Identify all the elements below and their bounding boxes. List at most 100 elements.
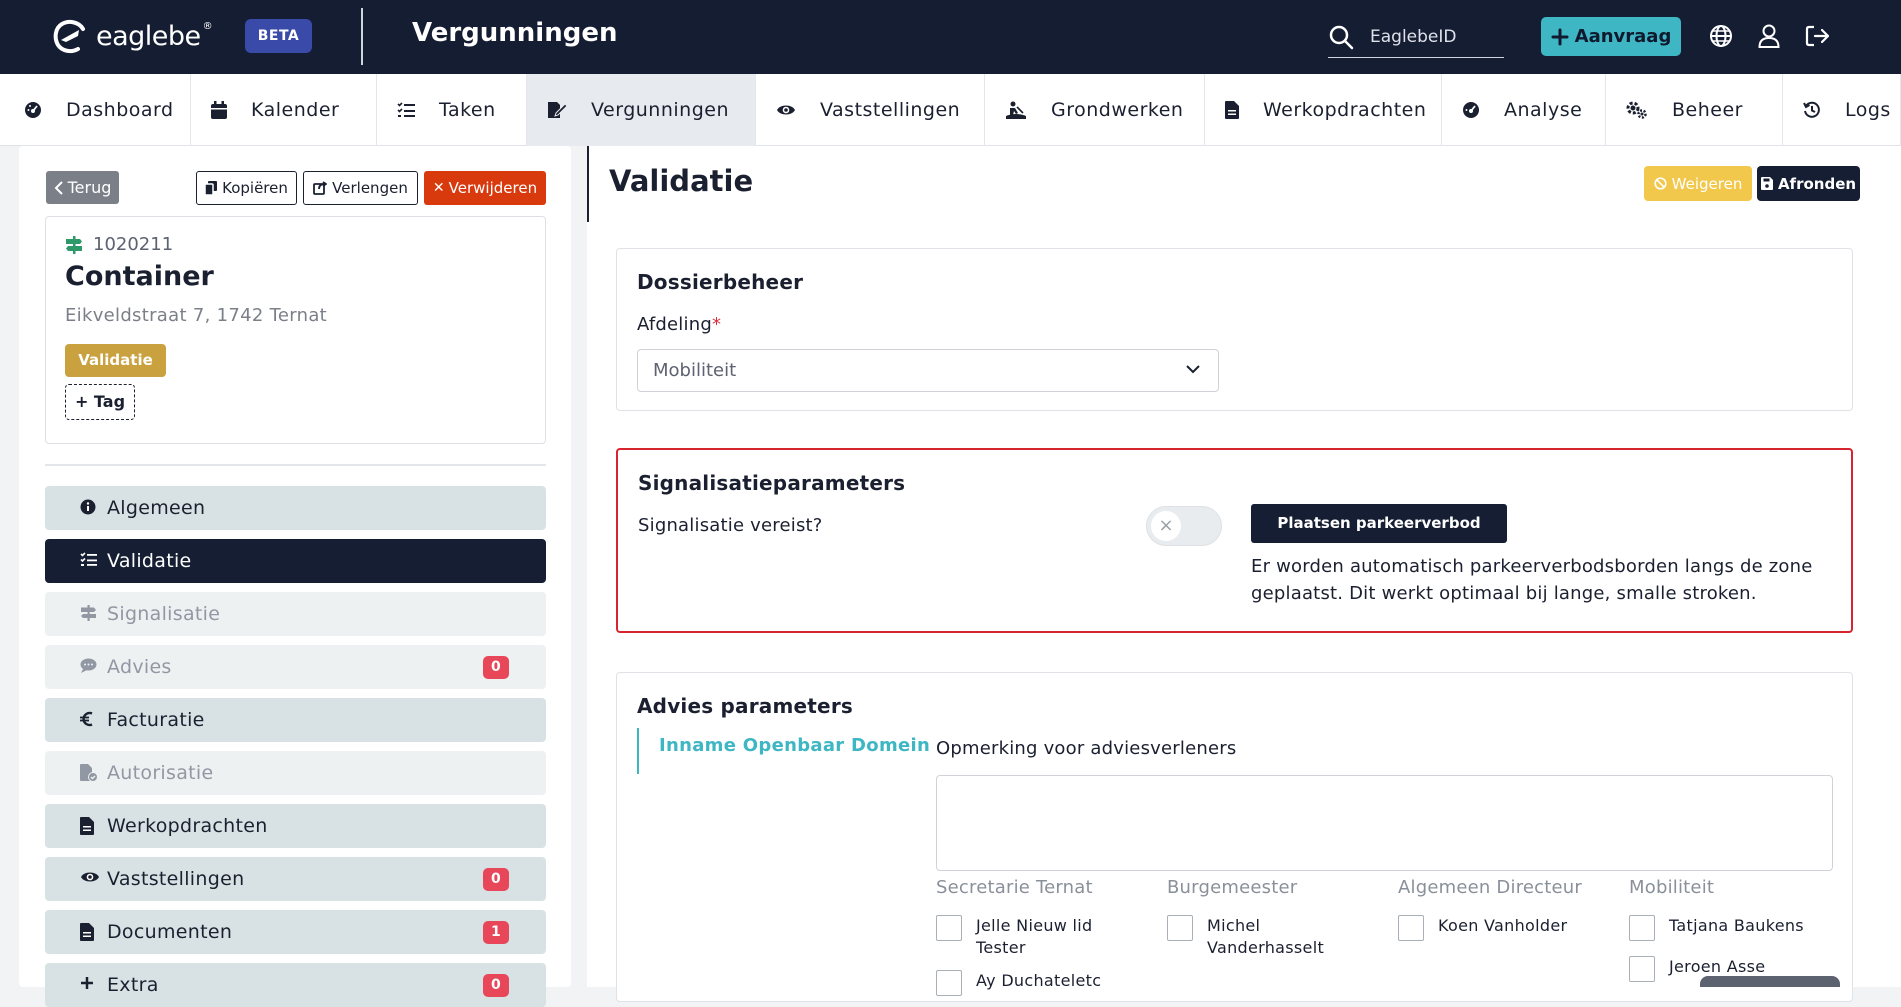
sidebar-item-label: Vaststellingen <box>107 868 245 890</box>
nav-item-kalender[interactable]: Kalender <box>191 74 377 146</box>
nav-item-logs[interactable]: Logs <box>1783 74 1901 146</box>
sidebar-item-vaststellingen[interactable]: Vaststellingen 0 <box>45 857 546 901</box>
advies-title: Advies parameters <box>637 694 853 718</box>
remark-textarea[interactable] <box>936 775 1833 871</box>
nav-item-label: Vergunningen <box>591 99 729 121</box>
copy-label: Kopiëren <box>222 179 288 197</box>
history-icon <box>1803 101 1821 119</box>
nav-item-dashboard[interactable]: Dashboard <box>0 74 191 146</box>
parking-ban-description: Er worden automatisch parkeerverbodsbord… <box>1251 556 1813 604</box>
search-icon <box>1328 24 1354 50</box>
sidebar-item-werkopdrachten[interactable]: Werkopdrachten <box>45 804 546 848</box>
parking-ban-button[interactable]: Plaatsen parkeerverbod <box>1251 504 1507 543</box>
delete-button[interactable]: ✕ Verwijderen <box>424 171 546 205</box>
nav-item-vaststellingen[interactable]: Vaststellingen <box>756 74 985 146</box>
beta-badge: BETA <box>245 19 312 53</box>
nav-item-label: Analyse <box>1504 99 1583 121</box>
count-badge: 0 <box>483 868 509 891</box>
sidebar-item-label: Extra <box>107 974 159 996</box>
sidebar-item-autorisatie[interactable]: Autorisatie <box>45 751 546 795</box>
advisor-option[interactable]: Michel Vanderhasselt <box>1167 915 1377 959</box>
header-divider <box>361 8 363 65</box>
comment-icon <box>80 658 97 673</box>
page-title: Validatie <box>609 164 754 198</box>
nav-item-label: Taken <box>439 99 496 121</box>
tab-inname-openbaar-domein[interactable]: Inname Openbaar Domein <box>637 728 930 774</box>
share-icon <box>313 181 328 195</box>
search-input[interactable] <box>1370 22 1500 52</box>
finish-button[interactable]: Afronden <box>1757 166 1860 201</box>
eye-icon <box>80 870 100 884</box>
sidebar-item-validatie[interactable]: Validatie <box>45 539 546 583</box>
nav-item-werkopdrachten[interactable]: Werkopdrachten <box>1205 74 1442 146</box>
info-icon <box>80 499 96 515</box>
sidebar-item-documenten[interactable]: Documenten 1 <box>45 910 546 954</box>
extend-label: Verlengen <box>332 179 408 197</box>
file-icon <box>80 923 94 941</box>
count-badge: 1 <box>483 921 509 944</box>
sidebar-item-label: Algemeen <box>107 497 206 519</box>
advisor-checkbox[interactable] <box>1629 915 1655 941</box>
sidebar-item-label: Advies <box>107 656 172 678</box>
advisor-name: Koen Vanholder <box>1438 916 1568 935</box>
nav-item-beheer[interactable]: Beheer <box>1606 74 1783 146</box>
add-tag-button[interactable]: + Tag <box>65 384 135 420</box>
user-icon[interactable] <box>1758 24 1780 48</box>
globe-icon[interactable] <box>1709 24 1733 48</box>
extend-button[interactable]: Verlengen <box>303 171 418 205</box>
main-navigation: Dashboard Kalender Taken Vergunningen Vastst… <box>0 74 1901 146</box>
advisor-group-heading: Algemeen Directeur <box>1398 877 1583 898</box>
dossier-address: Eikveldstraat 7, 1742 Ternat <box>65 305 328 326</box>
excavation-icon <box>1005 101 1027 119</box>
nav-item-taken[interactable]: Taken <box>377 74 527 146</box>
plus-icon <box>1551 28 1569 45</box>
dossierbeheer-section: Dossierbeheer Afdeling* Mobiliteit <box>616 248 1853 411</box>
nav-item-label: Werkopdrachten <box>1263 99 1427 121</box>
sidebar-item-facturatie[interactable]: Facturatie <box>45 698 546 742</box>
advisor-checkbox[interactable] <box>1398 915 1424 941</box>
advisor-checkbox[interactable] <box>936 970 962 996</box>
nav-item-label: Kalender <box>251 99 340 121</box>
advisor-checkbox[interactable] <box>936 915 962 941</box>
copy-button[interactable]: Kopiëren <box>196 171 297 205</box>
reject-button[interactable]: Weigeren <box>1644 166 1752 201</box>
advisor-option[interactable]: Tatjana Baukens <box>1629 915 1839 941</box>
sidebar-item-algemeen[interactable]: Algemeen <box>45 486 546 530</box>
sidebar-item-signalisatie[interactable]: Signalisatie <box>45 592 546 636</box>
analysis-icon <box>1462 101 1480 119</box>
advisor-name: Michel Vanderhasselt <box>1207 916 1325 957</box>
sidebar-item-extra[interactable]: Extra 0 <box>45 963 546 1007</box>
authorization-icon <box>80 764 98 782</box>
eaglebe-logo-icon <box>53 19 85 54</box>
advisor-option[interactable]: Jelle Nieuw lid Tester <box>936 915 1146 959</box>
nav-item-analyse[interactable]: Analyse <box>1442 74 1606 146</box>
logout-icon[interactable] <box>1805 24 1831 48</box>
chevron-left-icon <box>54 180 64 195</box>
file-icon <box>80 817 94 835</box>
logo-text: eaglebe <box>96 20 201 52</box>
advisor-option[interactable]: Ay Duchateletc <box>936 970 1146 996</box>
afdeling-select[interactable]: Mobiliteit <box>637 349 1219 392</box>
save-icon <box>1760 177 1773 190</box>
nav-item-grondwerken[interactable]: Grondwerken <box>985 74 1205 146</box>
signpost-icon <box>80 605 97 621</box>
permit-icon <box>547 101 567 119</box>
eaglebe-logo[interactable]: eaglebe ® <box>52 18 219 54</box>
dossier-card: 1020211 Container Eikveldstraat 7, 1742 … <box>45 216 546 444</box>
nav-item-label: Logs <box>1845 99 1891 121</box>
nav-item-vergunningen[interactable]: Vergunningen <box>527 74 756 146</box>
sidebar-item-advies[interactable]: Advies 0 <box>45 645 546 689</box>
scroll-indicator[interactable] <box>1700 976 1840 987</box>
close-icon: ✕ <box>432 180 445 196</box>
advisor-checkbox[interactable] <box>1629 956 1655 982</box>
signalisatie-section: Signalisatieparameters Signalisatie vere… <box>616 448 1853 633</box>
advisor-option[interactable]: Koen Vanholder <box>1398 915 1608 941</box>
top-bar: eaglebe ® BETA Vergunningen Aanvraag <box>0 0 1901 74</box>
signalisatie-toggle[interactable]: × <box>1146 506 1222 546</box>
advisor-checkbox[interactable] <box>1167 915 1193 941</box>
delete-label: Verwijderen <box>448 179 538 197</box>
nav-item-label: Beheer <box>1672 99 1743 121</box>
new-request-button[interactable]: Aanvraag <box>1541 17 1681 56</box>
afdeling-label: Afdeling* <box>637 314 721 335</box>
back-button[interactable]: Terug <box>46 171 119 204</box>
